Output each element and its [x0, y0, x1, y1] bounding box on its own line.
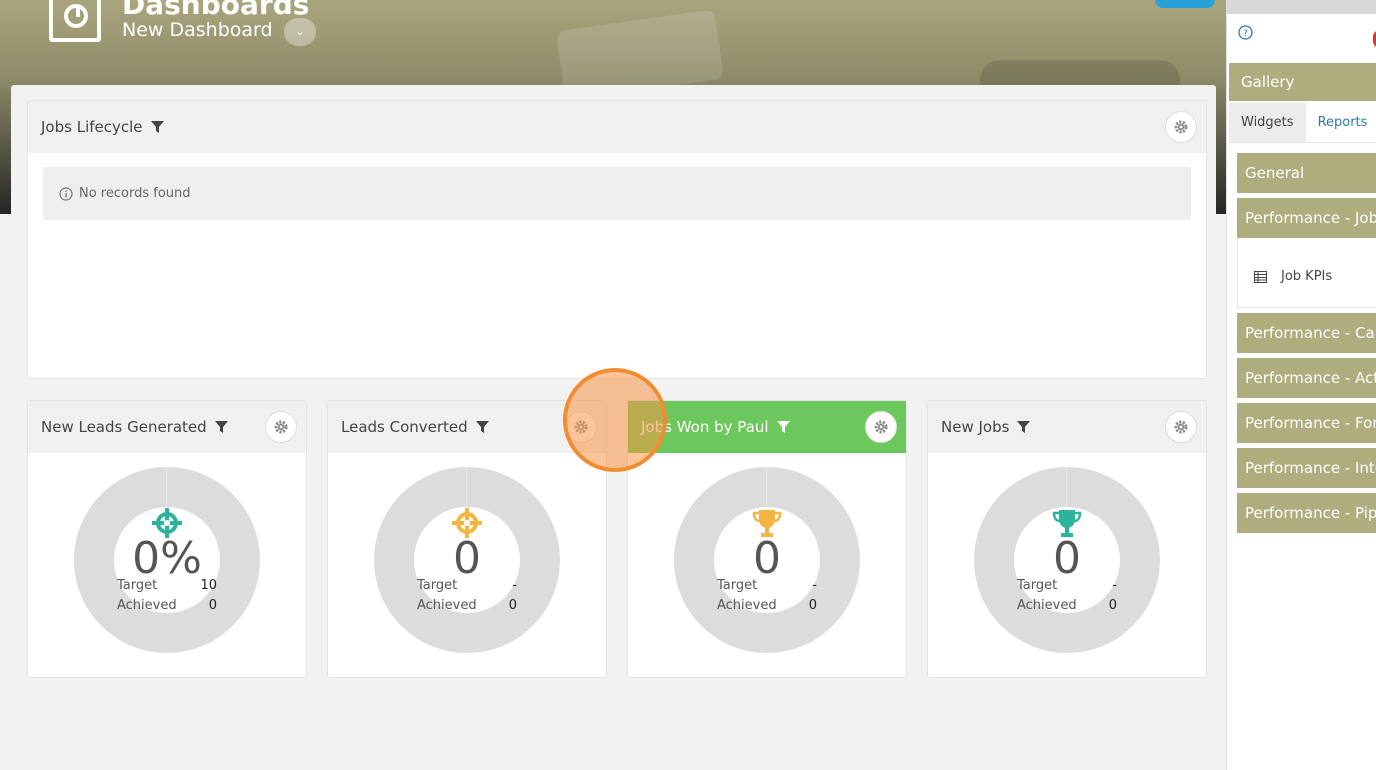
gallery-item-job-kpis[interactable]: Job KPIs: [1254, 269, 1332, 284]
achieved-label: Achieved: [717, 598, 777, 613]
gear-icon: [1174, 120, 1188, 134]
svg-text:?: ?: [1243, 29, 1248, 39]
gear-icon: [274, 420, 288, 434]
gallery-section-general[interactable]: General: [1237, 153, 1376, 193]
achieved-label: Achieved: [117, 598, 177, 613]
kpi-target-row: Target 10: [117, 578, 217, 593]
gallery-item-label: Job KPIs: [1281, 269, 1333, 284]
click-highlight-marker: [563, 368, 667, 472]
page-title: Dashboards: [122, 0, 310, 21]
kpi-widget-new-leads: New Leads Generated 0% Target 10 Achieved…: [27, 400, 307, 678]
gallery-tabs: Widgets Reports: [1229, 103, 1376, 143]
widget-title: Jobs Lifecycle: [41, 118, 143, 136]
help-icon[interactable]: ?: [1238, 25, 1253, 40]
gallery-sidebar: ? Gallery Widgets Reports General Perfor…: [1226, 0, 1376, 770]
kpi-target-row: Target -: [417, 578, 517, 593]
dashboard-select-chevron-down-icon[interactable]: ⌄: [284, 18, 316, 46]
kpi-donut: 0% Target 10 Achieved 0: [74, 467, 260, 653]
tab-reports[interactable]: Reports: [1306, 103, 1376, 142]
target-label: Target: [117, 578, 158, 593]
widget-header: Jobs Won by Paul: [628, 401, 906, 453]
gallery-title: Gallery: [1229, 63, 1376, 101]
gallery-section-performance-jobs[interactable]: Performance - Jobs: [1237, 198, 1376, 238]
gear-icon: [874, 420, 888, 434]
kpi-widget-new-jobs: New Jobs 0 Target - Achieved 0: [927, 400, 1207, 678]
achieved-value: 0: [208, 598, 217, 613]
achieved-label: Achieved: [417, 598, 477, 613]
info-icon: [59, 186, 73, 201]
filter-icon[interactable]: [1017, 421, 1031, 433]
target-value: -: [1112, 578, 1117, 593]
empty-state-message: No records found: [43, 167, 1191, 220]
filter-icon[interactable]: [150, 121, 164, 133]
target-label: Target: [717, 578, 758, 593]
gallery-section-performance-for[interactable]: Performance - For: [1237, 403, 1376, 443]
achieved-label: Achieved: [1017, 598, 1077, 613]
kpi-target-row: Target -: [1017, 578, 1117, 593]
kpi-achieved-row: Achieved 0: [117, 598, 217, 613]
kpi-target-row: Target -: [717, 578, 817, 593]
gear-icon: [1174, 420, 1188, 434]
kpi-donut: 0 Target - Achieved 0: [674, 467, 860, 653]
achieved-value: 0: [1108, 598, 1117, 613]
kpi-achieved-row: Achieved 0: [717, 598, 817, 613]
achieved-value: 0: [508, 598, 517, 613]
gallery-section-performance-act[interactable]: Performance - Act: [1237, 358, 1376, 398]
widget-header: New Leads Generated: [28, 401, 306, 453]
dashboard-icon: [49, 0, 101, 42]
filter-icon[interactable]: [475, 421, 489, 433]
jobs-lifecycle-widget: Jobs Lifecycle No records found: [27, 100, 1207, 379]
kpi-donut: 0 Target - Achieved 0: [374, 467, 560, 653]
widget-header: New Jobs: [928, 401, 1206, 453]
kpi-achieved-row: Achieved 0: [1017, 598, 1117, 613]
gallery-section-performance-inte[interactable]: Performance - Inte: [1237, 448, 1376, 488]
target-label: Target: [417, 578, 458, 593]
widget-title: Leads Converted: [341, 418, 468, 436]
gallery-section-content: Job KPIs: [1237, 238, 1376, 308]
empty-state-text: No records found: [79, 186, 191, 201]
gallery-section-performance-pip[interactable]: Performance - Pip: [1237, 493, 1376, 533]
filter-icon[interactable]: [776, 421, 790, 433]
filter-icon[interactable]: [214, 421, 228, 433]
sidebar-top-bar: [1227, 0, 1376, 14]
widget-header: Jobs Lifecycle: [28, 101, 1206, 153]
widget-title: New Jobs: [941, 418, 1010, 436]
table-icon: [1254, 270, 1267, 283]
target-label: Target: [1017, 578, 1058, 593]
target-value: -: [512, 578, 517, 593]
widget-title: New Leads Generated: [41, 418, 207, 436]
kpi-widget-leads-converted: Leads Converted 0 Target - Achieved 0: [327, 400, 607, 678]
target-value: 10: [200, 578, 217, 593]
target-value: -: [812, 578, 817, 593]
dashboard-name: New Dashboard: [122, 19, 273, 41]
widget-settings-button[interactable]: [265, 411, 297, 443]
gallery-section-performance-can[interactable]: Performance - Can: [1237, 313, 1376, 353]
banner-action-button[interactable]: [1155, 0, 1215, 8]
widget-settings-button[interactable]: [1165, 411, 1197, 443]
widget-settings-button[interactable]: [865, 411, 897, 443]
tab-widgets[interactable]: Widgets: [1229, 103, 1306, 142]
kpi-widget-jobs-won: Jobs Won by Paul 0 Target - Achieved 0: [627, 400, 907, 678]
kpi-donut: 0 Target - Achieved 0: [974, 467, 1160, 653]
kpi-achieved-row: Achieved 0: [417, 598, 517, 613]
widget-settings-button[interactable]: [1165, 111, 1197, 143]
achieved-value: 0: [808, 598, 817, 613]
